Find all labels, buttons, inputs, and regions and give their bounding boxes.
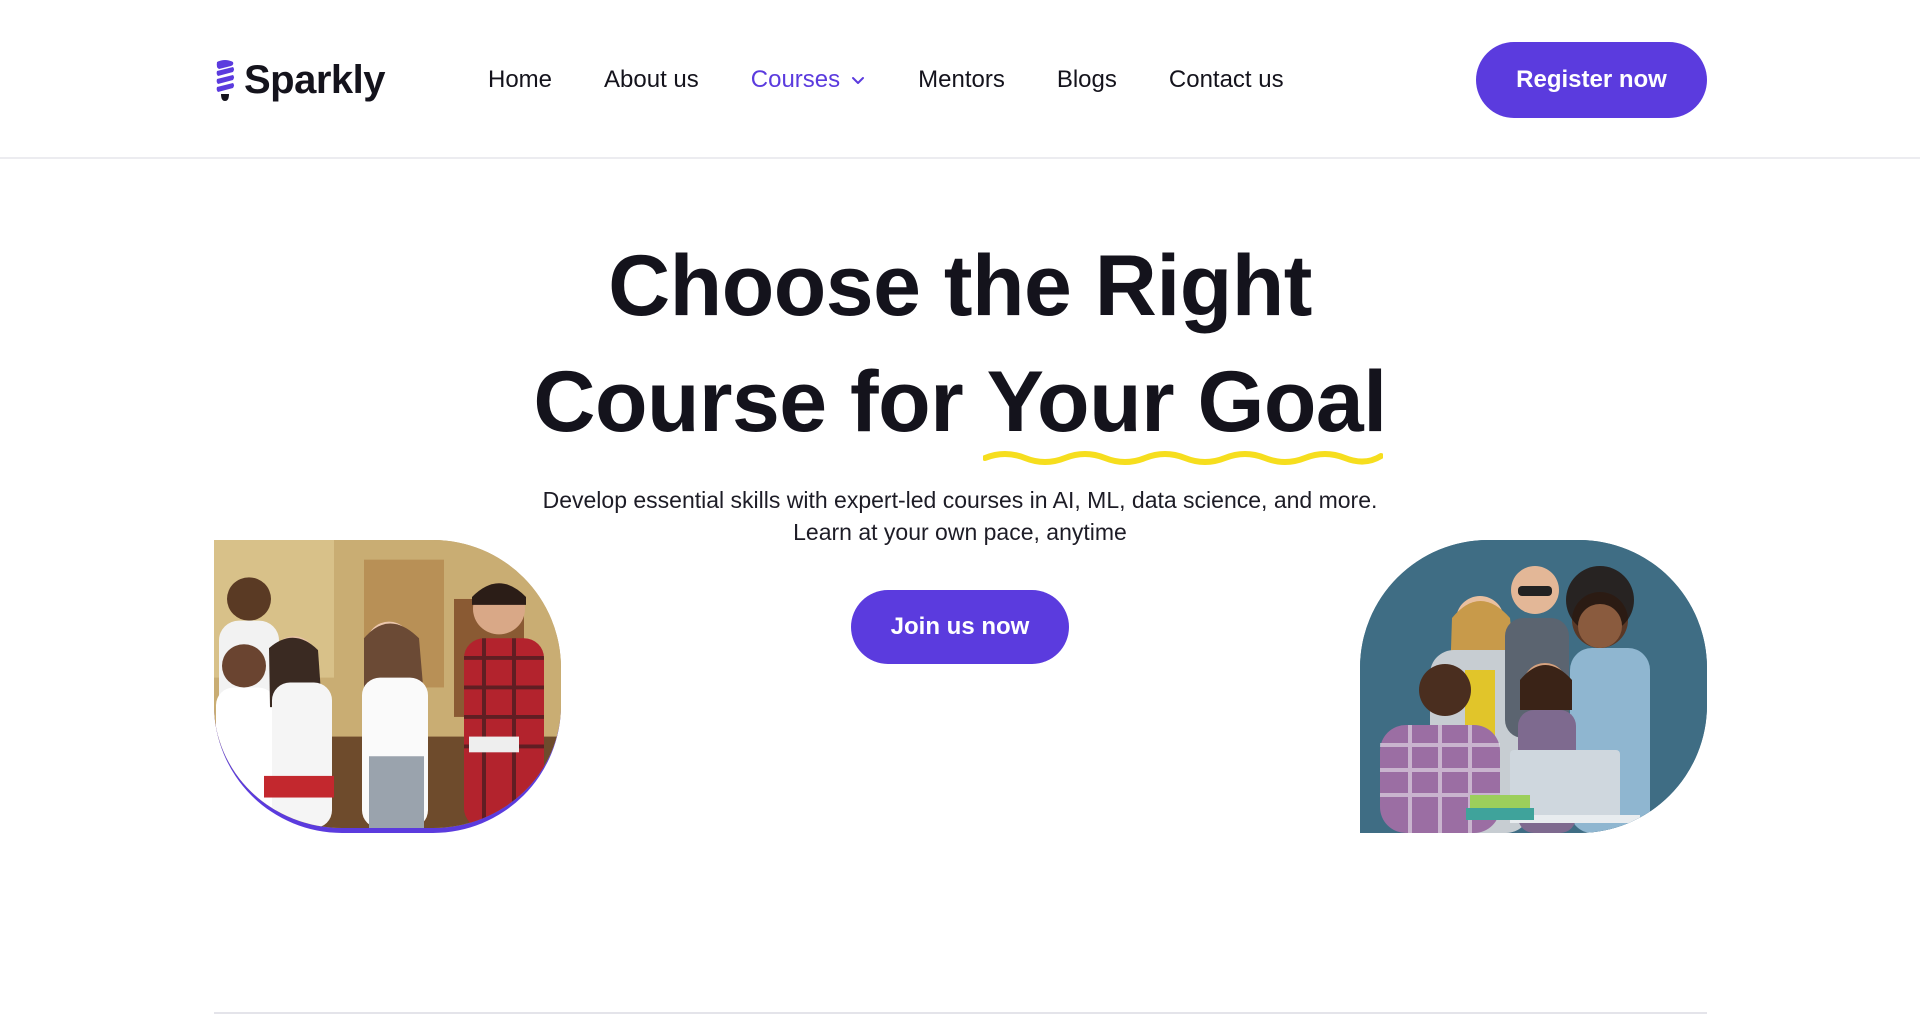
main-nav: Home About us Courses Mentors Blogs Cont… xyxy=(488,60,1284,100)
nav-item-contact-us[interactable]: Contact us xyxy=(1169,66,1284,94)
students-group-photo-art xyxy=(214,540,561,828)
chevron-down-icon xyxy=(852,77,865,84)
nav-item-blogs[interactable]: Blogs xyxy=(1057,66,1117,94)
team-laptop-photo-art xyxy=(1360,540,1707,833)
register-button[interactable]: Register now xyxy=(1476,42,1707,118)
nav-item-mentors[interactable]: Mentors xyxy=(918,66,1005,94)
nav-item-courses-label: Courses xyxy=(750,66,841,93)
hero-subtitle: Develop essential skills with expert-led… xyxy=(542,487,1378,545)
team-laptop-photo xyxy=(1360,540,1707,833)
hero-title-highlight: Your Goal xyxy=(982,344,1388,465)
hero-title-highlight-text: Your Goal xyxy=(986,354,1388,450)
nav-item-home[interactable]: Home xyxy=(488,66,552,94)
logo[interactable]: Sparkly xyxy=(214,56,386,104)
students-group-photo xyxy=(214,540,561,833)
section-divider xyxy=(214,1012,1707,1014)
nav-item-courses[interactable]: Courses xyxy=(751,66,866,94)
lightbulb-icon xyxy=(216,60,234,101)
site-header: Sparkly Home About us Courses Mentors Bl… xyxy=(0,0,1920,159)
yellow-squiggle-underline xyxy=(982,451,1383,465)
brand-name: Sparkly xyxy=(244,57,386,102)
hero-title: Choose the Right Course for Your Goal xyxy=(460,228,1460,465)
hero-title-line1: Choose the Right xyxy=(608,238,1312,334)
hero-title-line2-prefix: Course for xyxy=(533,354,987,450)
nav-item-about-us[interactable]: About us xyxy=(604,66,699,94)
join-us-button[interactable]: Join us now xyxy=(851,590,1069,664)
